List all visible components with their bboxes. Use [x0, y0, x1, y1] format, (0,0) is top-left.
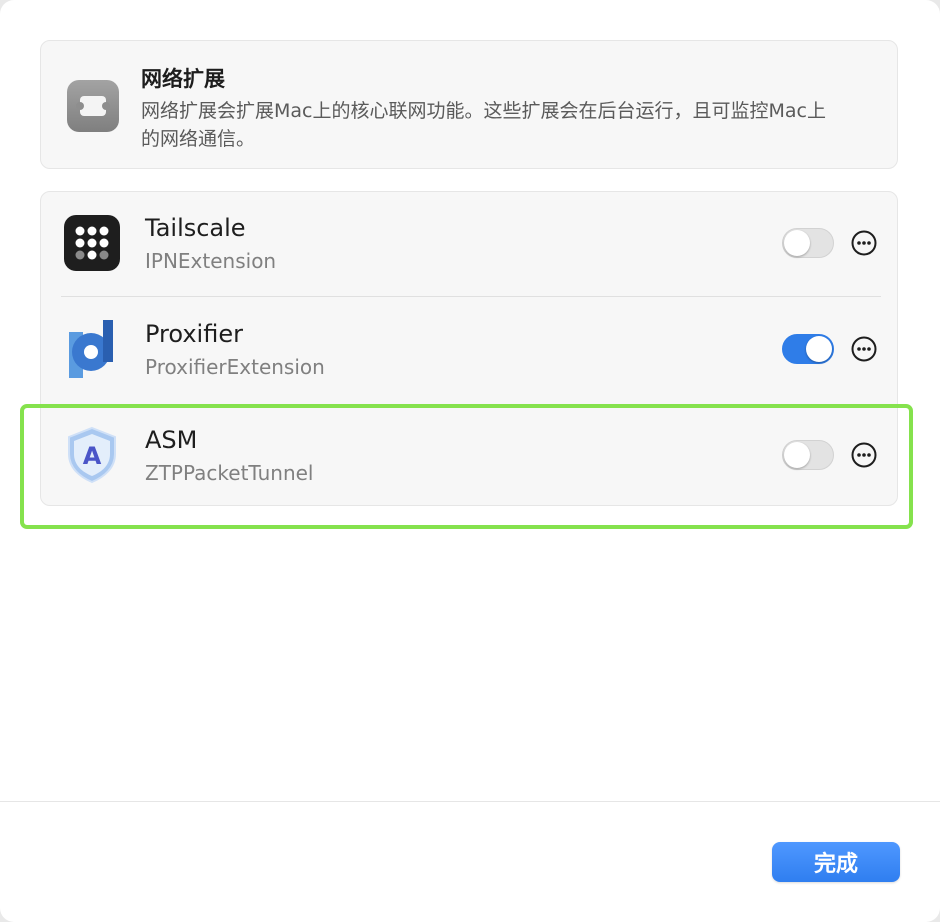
info-title: 网络扩展: [141, 67, 225, 91]
more-options-icon[interactable]: [851, 230, 877, 256]
more-options-icon[interactable]: [851, 336, 877, 362]
network-extensions-sheet: 网络扩展 网络扩展会扩展Mac上的核心联网功能。这些扩展会在后台运行，且可监控M…: [0, 0, 940, 922]
info-card: 网络扩展 网络扩展会扩展Mac上的核心联网功能。这些扩展会在后台运行，且可监控M…: [40, 40, 898, 169]
tailscale-toggle[interactable]: [782, 228, 834, 258]
extension-name: Proxifier: [145, 320, 243, 348]
asm-highlight-box: [20, 404, 913, 529]
proxifier-icon: [63, 320, 121, 378]
extension-row-tailscale: Tailscale IPNExtension: [41, 192, 899, 296]
extension-identifier: IPNExtension: [145, 249, 277, 273]
extension-identifier: ProxifierExtension: [145, 355, 325, 379]
extension-name: Tailscale: [145, 214, 246, 242]
row-divider: [61, 296, 881, 297]
extension-row-proxifier: Proxifier ProxifierExtension: [41, 298, 899, 402]
puzzle-icon: [67, 80, 119, 132]
proxifier-toggle[interactable]: [782, 334, 834, 364]
tailscale-icon: [63, 214, 121, 272]
done-button[interactable]: 完成: [772, 842, 900, 882]
footer-divider: [0, 801, 940, 802]
info-description: 网络扩展会扩展Mac上的核心联网功能。这些扩展会在后台运行，且可监控Mac上的网…: [141, 100, 826, 150]
